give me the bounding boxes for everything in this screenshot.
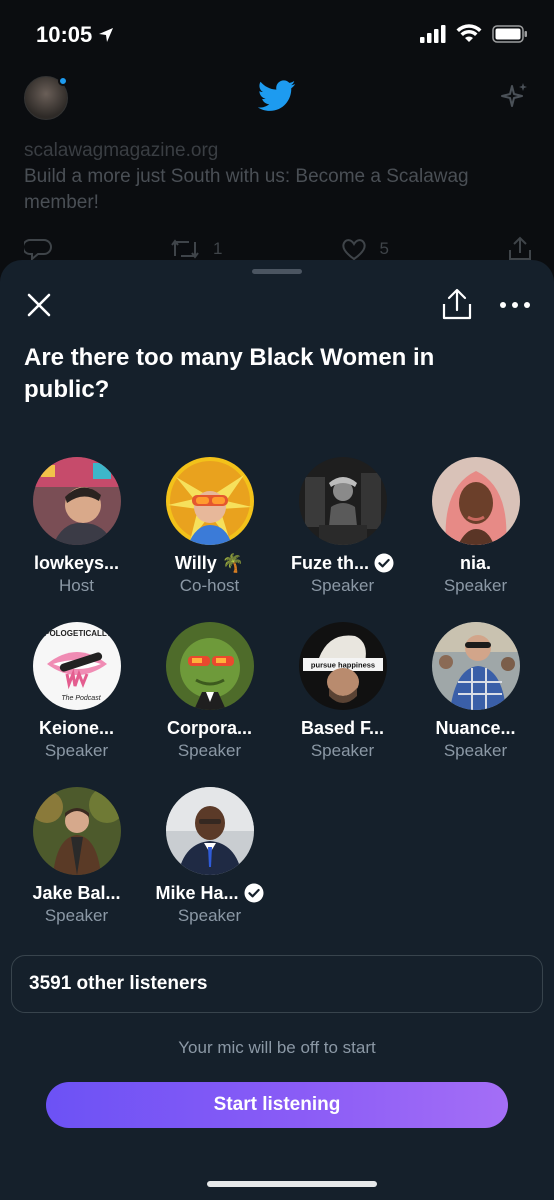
tweet-url[interactable]: scalawagmagazine.org [24,138,534,164]
listeners-count[interactable]: 3591 other listeners [11,955,543,1013]
like-icon [341,239,366,261]
avatar-footer-text: The Podcast [61,695,101,702]
participant-lowkeys[interactable]: lowkeys... Host [10,457,143,596]
avatar [431,622,520,710]
close-icon[interactable] [24,290,54,320]
participant-role: Co-host [179,576,240,595]
signal-icon [420,25,446,43]
participant-mike[interactable]: Mike Ha... Speaker [143,787,276,926]
participant-nia[interactable]: nia. Speaker [409,457,542,596]
verified-icon [374,553,394,573]
participant-name: Keione... [38,717,114,738]
avatar: #MAPOLOGETICALLY KEI The Podcast [32,622,121,710]
reply-button[interactable] [24,236,52,262]
participant-name: Jake Bal... [32,882,121,903]
avatar [32,457,121,545]
participant-role: Speaker [44,741,109,760]
sparkle-icon[interactable] [498,80,530,112]
participant-name: nia. [459,552,491,573]
location-arrow-icon [99,28,114,42]
participant-name: Willy 🌴 [174,552,245,573]
participant-role: Speaker [177,906,242,925]
battery-icon [492,25,527,43]
space-title: Are there too many Black Women in public… [24,344,435,403]
start-listening-button[interactable]: Start listening [46,1082,508,1128]
participant-jake[interactable]: Jake Bal... Speaker [10,787,143,926]
verified-icon [244,883,264,903]
participant-role: Host [59,576,94,595]
status-time-text: 10:05 [36,22,93,47]
notification-dot [58,76,68,86]
share-icon [508,236,531,260]
avatar [32,787,121,875]
like-count: 5 [379,239,389,258]
participant-corpora[interactable]: Corpora... Speaker [143,622,276,761]
participant-willy[interactable]: Willy 🌴 Co-host [143,457,276,596]
avatar-banner-text: #MAPOLOGETICALLY KEI [33,629,121,638]
participant-name: Mike Ha... [155,881,264,905]
participant-role: Speaker [310,576,375,595]
participant-keione[interactable]: #MAPOLOGETICALLY KEI The Podcast Keione..… [10,622,143,761]
participant-name: Corpora... [166,717,252,738]
participant-role: Speaker [443,576,508,595]
mic-note: Your mic will be off to start [178,1038,376,1057]
status-time: 10:05 [36,22,114,48]
reply-icon [24,239,52,262]
tweet-actions: 1 5 [24,236,534,262]
tweet-body: Build a more just South with us: Become … [24,166,469,213]
space-sheet: Are there too many Black Women in public… [0,260,554,1200]
participant-fuze[interactable]: Fuze th... Speaker [276,457,409,596]
avatar: pursue happiness [298,622,387,710]
wifi-icon [456,24,482,42]
retweet-button[interactable]: 1 [169,236,222,262]
participant-name: Based F... [300,717,385,738]
tweet-share-button[interactable] [506,236,534,262]
avatar [431,457,520,545]
more-icon[interactable] [498,290,532,320]
participant-name: Nuance... [435,717,516,738]
participant-nuance[interactable]: Nuance... Speaker [409,622,542,761]
participant-based[interactable]: pursue happiness Based F... Speaker [276,622,409,761]
status-bar: 10:05 [0,0,554,70]
retweet-icon [171,239,199,259]
status-icons [420,24,528,44]
avatar [165,787,254,875]
twitter-bird-icon [258,80,296,111]
participant-role: Speaker [310,741,375,760]
background-timeline: 10:05 scalawagmagazine.org Build a more … [0,0,554,300]
home-indicator[interactable] [207,1181,377,1187]
participants-grid: lowkeys... Host Willy 🌴 Co-host Fuze th.… [10,457,544,926]
sheet-grabber[interactable] [252,269,302,274]
avatar [165,457,254,545]
retweet-count: 1 [213,239,223,258]
avatar [298,457,387,545]
like-button[interactable]: 5 [340,236,389,262]
participant-name: Fuze th... [291,551,394,575]
participant-role: Speaker [44,906,109,925]
share-icon[interactable] [440,288,474,322]
participant-name: lowkeys... [33,552,120,573]
avatar [165,622,254,710]
tweet-text: scalawagmagazine.org Build a more just S… [24,138,534,216]
participant-role: Speaker [177,741,242,760]
participant-role: Speaker [443,741,508,760]
